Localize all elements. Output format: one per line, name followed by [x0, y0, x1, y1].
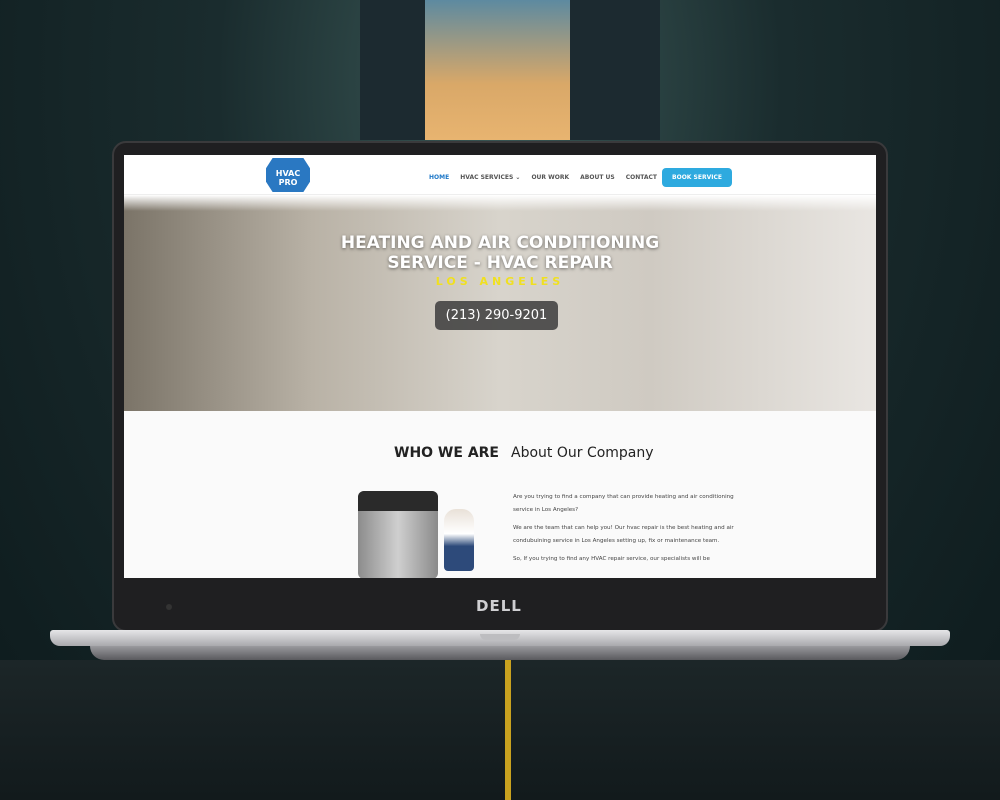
paragraph: Are you trying to find a company that ca…	[513, 494, 734, 513]
about-heading: WHO WE ARE About Our Company	[394, 445, 654, 461]
nav-home[interactable]: HOME	[429, 174, 449, 181]
ac-unit-image	[358, 491, 438, 578]
laptop-base-bottom	[90, 646, 910, 660]
about-section: WHO WE ARE About Our Company Are you tryi…	[124, 411, 876, 578]
hero-title-line: HEATING AND AIR CONDITIONING	[340, 233, 660, 253]
technician-image	[444, 509, 474, 571]
hero-subtitle: LOS ANGELES	[435, 275, 565, 288]
paragraph: We are the team that can help you! Our h…	[513, 525, 734, 544]
about-text: Are you trying to find a company that ca…	[513, 491, 738, 572]
laptop-notch	[480, 634, 520, 640]
building	[570, 0, 660, 140]
paragraph: So, If you trying to find any HVAC repai…	[513, 556, 710, 562]
nav-our-work[interactable]: OUR WORK	[531, 174, 569, 181]
nav-about-us[interactable]: ABOUT US	[580, 174, 615, 181]
about-company: About Our Company	[511, 445, 654, 461]
site-logo[interactable]: HVAC PRO	[266, 158, 310, 192]
site-header: HVAC PRO HOME HVAC SERVICES ⌄ OUR WORK A…	[124, 155, 876, 195]
hero-title-line: SERVICE - HVAC REPAIR	[387, 253, 613, 273]
webcam	[166, 604, 172, 610]
nav-contact[interactable]: CONTACT	[626, 174, 657, 181]
nav-hvac-services[interactable]: HVAC SERVICES ⌄	[460, 174, 520, 181]
city-sky	[420, 0, 580, 140]
road	[0, 660, 1000, 800]
hero-title: HEATING AND AIR CONDITIONING SERVICE - H…	[124, 233, 876, 273]
website-screen: HVAC PRO HOME HVAC SERVICES ⌄ OUR WORK A…	[124, 155, 876, 578]
hero-banner: HEATING AND AIR CONDITIONING SERVICE - H…	[124, 195, 876, 411]
book-service-button[interactable]: BOOK SERVICE	[662, 168, 732, 187]
road-lane	[505, 660, 511, 800]
main-menu: HOME HVAC SERVICES ⌄ OUR WORK ABOUT US C…	[429, 174, 657, 181]
laptop-logo: DELL	[476, 597, 522, 615]
who-we-are: WHO WE ARE	[394, 445, 499, 461]
phone-button[interactable]: (213) 290-9201	[435, 301, 558, 330]
building	[360, 0, 425, 140]
